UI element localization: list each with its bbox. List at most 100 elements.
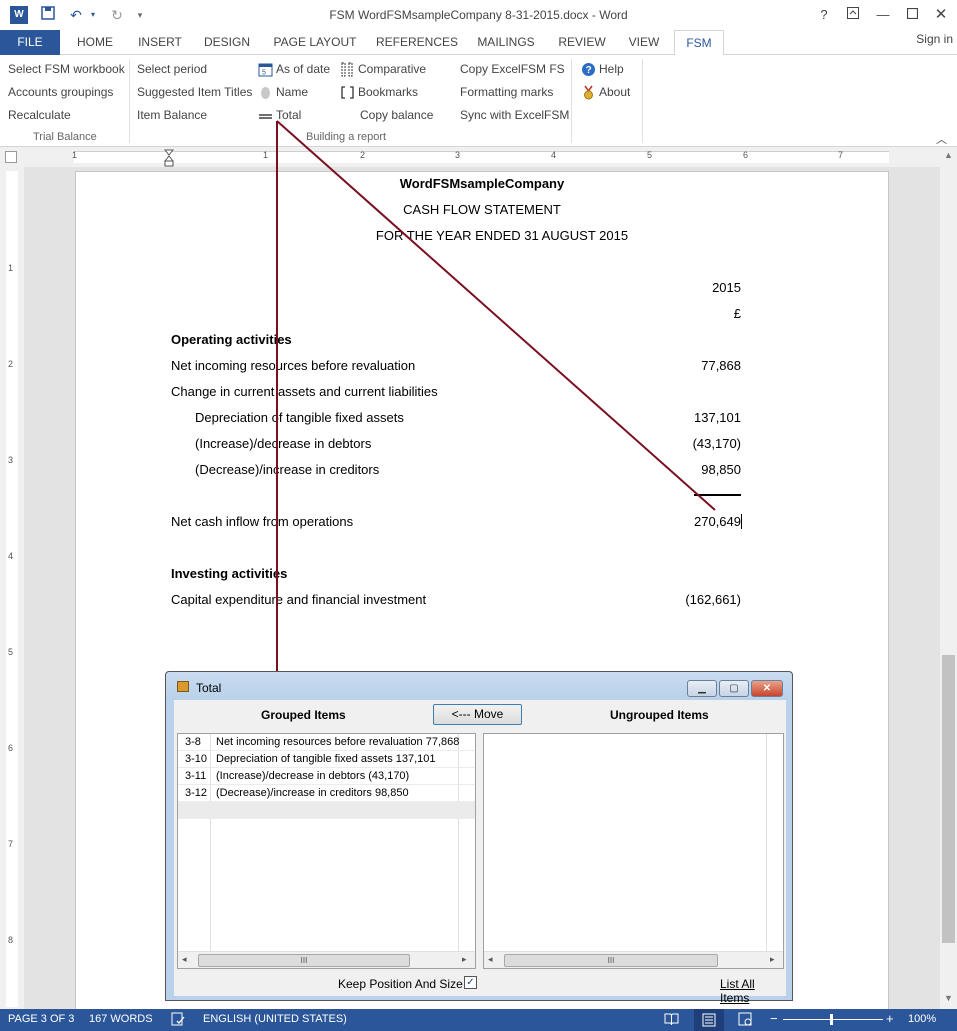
net-incoming-value[interactable]: 77,868 xyxy=(636,358,741,373)
word-count[interactable]: 167 WORDS xyxy=(89,1013,153,1025)
capex-value[interactable]: (162,661) xyxy=(636,592,741,607)
copy-excelfsm-fs-button[interactable]: Copy ExcelFSM FS xyxy=(460,60,565,78)
tab-view[interactable]: VIEW xyxy=(620,30,668,55)
tab-mailings[interactable]: MAILINGS xyxy=(470,30,542,55)
capex-label[interactable]: Capital expenditure and financial invest… xyxy=(171,592,426,607)
list-all-items-link[interactable]: List All Items xyxy=(720,977,786,1005)
tab-page-layout[interactable]: PAGE LAYOUT xyxy=(268,30,362,55)
new-row-placeholder[interactable] xyxy=(178,802,475,819)
as-of-date-button[interactable]: 5 As of date xyxy=(257,60,330,78)
statement-period[interactable]: FOR THE YEAR ENDED 31 AUGUST 2015 xyxy=(76,228,928,243)
tab-file[interactable]: FILE xyxy=(0,30,60,55)
print-layout-icon[interactable] xyxy=(694,1009,724,1031)
scroll-down-icon[interactable]: ▼ xyxy=(940,990,957,1006)
collapse-ribbon-icon[interactable]: ︿ xyxy=(936,131,947,147)
scroll-left-icon[interactable]: ◂ xyxy=(488,954,493,965)
about-button[interactable]: About xyxy=(580,83,630,101)
creditors-value[interactable]: 98,850 xyxy=(636,462,741,477)
minimize-icon[interactable]: — xyxy=(872,4,894,26)
maximize-icon[interactable] xyxy=(901,4,923,26)
net-cash-value[interactable]: 270,649 xyxy=(636,514,741,529)
dialog-close-icon[interactable]: ✕ xyxy=(751,680,783,697)
comparative-button[interactable]: Comparative xyxy=(339,60,426,78)
read-mode-icon[interactable] xyxy=(664,1012,679,1029)
formatting-marks-button[interactable]: Formatting marks xyxy=(460,83,553,101)
grouped-items-grid[interactable]: 3-8 Net incoming resources before revalu… xyxy=(177,733,476,969)
net-cash-label[interactable]: Net cash inflow from operations xyxy=(171,514,353,529)
scroll-up-icon[interactable]: ▲ xyxy=(940,147,957,163)
tab-references[interactable]: REFERENCES xyxy=(372,30,462,55)
currency-column-header[interactable]: £ xyxy=(636,306,741,321)
help-button[interactable]: ? xyxy=(813,4,835,26)
zoom-level[interactable]: 100% xyxy=(908,1013,936,1025)
zoom-slider-track[interactable] xyxy=(783,1019,883,1020)
zoom-out-button[interactable]: − xyxy=(770,1011,778,1026)
horizontal-ruler[interactable]: 1 1 2 3 4 5 6 7 xyxy=(0,147,957,167)
tab-fsm[interactable]: FSM xyxy=(674,30,724,56)
tab-home[interactable]: HOME xyxy=(66,30,124,55)
bookmarks-button[interactable]: Bookmarks xyxy=(339,83,418,101)
company-name[interactable]: WordFSMsampleCompany xyxy=(76,176,888,191)
zoom-in-button[interactable]: + xyxy=(886,1011,894,1026)
web-layout-icon[interactable] xyxy=(738,1012,753,1029)
investing-activities-heading[interactable]: Investing activities xyxy=(171,566,287,581)
depreciation-label[interactable]: Depreciation of tangible fixed assets xyxy=(195,410,404,425)
svg-text:5: 5 xyxy=(262,69,266,76)
sign-in-link[interactable]: Sign in xyxy=(916,32,953,46)
select-fsm-workbook-button[interactable]: Select FSM workbook xyxy=(8,60,125,78)
change-label[interactable]: Change in current assets and current lia… xyxy=(171,384,438,399)
page-count[interactable]: PAGE 3 OF 3 xyxy=(8,1013,74,1025)
grouped-row[interactable]: 3-12 (Decrease)/increase in creditors 98… xyxy=(178,785,475,802)
net-incoming-label[interactable]: Net incoming resources before revaluatio… xyxy=(171,358,415,373)
tab-review[interactable]: REVIEW xyxy=(552,30,612,55)
item-balance-button[interactable]: Item Balance xyxy=(137,106,207,124)
suggested-item-titles-button[interactable]: Suggested Item Titles xyxy=(137,83,252,101)
creditors-label[interactable]: (Decrease)/increase in creditors xyxy=(195,462,379,477)
sync-with-excelfsm-button[interactable]: Sync with ExcelFSM xyxy=(460,106,569,124)
grouped-horizontal-scrollbar[interactable]: ◂ III ▸ xyxy=(178,951,475,968)
zoom-slider-thumb[interactable] xyxy=(830,1014,833,1025)
grouped-row[interactable]: 3-10 Depreciation of tangible fixed asse… xyxy=(178,751,475,768)
help-ribbon-button[interactable]: ? Help xyxy=(580,60,624,78)
year-column-header[interactable]: 2015 xyxy=(636,280,741,295)
keep-position-checkbox[interactable]: ✓ xyxy=(464,976,477,989)
scroll-right-icon[interactable]: ▸ xyxy=(462,954,467,965)
total-button[interactable]: Total xyxy=(257,106,301,124)
scrollbar-thumb[interactable]: III xyxy=(198,954,410,967)
move-button[interactable]: <--- Move xyxy=(433,704,522,725)
language-indicator[interactable]: ENGLISH (UNITED STATES) xyxy=(203,1013,347,1025)
grouped-row[interactable]: 3-8 Net incoming resources before revalu… xyxy=(178,734,475,751)
indent-marker-icon[interactable] xyxy=(163,149,175,167)
vertical-scrollbar[interactable]: ▲ ▼ xyxy=(940,147,957,1009)
scrollbar-thumb[interactable]: III xyxy=(504,954,718,967)
debtors-value[interactable]: (43,170) xyxy=(636,436,741,451)
dialog-title-bar[interactable]: Total ▁ ▢ ✕ xyxy=(166,672,792,700)
tab-design[interactable]: DESIGN xyxy=(196,30,258,55)
operating-activities-heading[interactable]: Operating activities xyxy=(171,332,292,347)
calendar-icon: 5 xyxy=(257,62,273,78)
ungrouped-items-grid[interactable]: ◂ III ▸ xyxy=(483,733,784,969)
scroll-left-icon[interactable]: ◂ xyxy=(182,954,187,965)
debtors-label[interactable]: (Increase)/decrease in debtors xyxy=(195,436,371,451)
ungrouped-horizontal-scrollbar[interactable]: ◂ III ▸ xyxy=(484,951,783,968)
scroll-right-icon[interactable]: ▸ xyxy=(770,954,775,965)
depreciation-value[interactable]: 137,101 xyxy=(636,410,741,425)
close-icon[interactable]: ✕ xyxy=(930,4,952,26)
grouped-row[interactable]: 3-11 (Increase)/decrease in debtors (43,… xyxy=(178,768,475,785)
total-dialog[interactable]: Total ▁ ▢ ✕ Grouped Items <--- Move Ungr… xyxy=(165,671,793,1005)
recalculate-button[interactable]: Recalculate xyxy=(8,106,71,124)
scrollbar-thumb[interactable] xyxy=(942,655,955,943)
tab-selector-icon[interactable] xyxy=(5,151,17,163)
tab-insert[interactable]: INSERT xyxy=(130,30,190,55)
accounts-groupings-button[interactable]: Accounts groupings xyxy=(8,83,113,101)
ribbon-display-options-icon[interactable] xyxy=(842,4,864,26)
dialog-maximize-icon[interactable]: ▢ xyxy=(719,680,749,697)
proofing-icon[interactable] xyxy=(171,1012,185,1029)
copy-balance-button[interactable]: Copy balance xyxy=(360,106,433,124)
select-period-button[interactable]: Select period xyxy=(137,60,207,78)
statement-title[interactable]: CASH FLOW STATEMENT xyxy=(76,202,888,217)
name-button[interactable]: Name xyxy=(257,83,308,101)
keep-position-label: Keep Position And Size xyxy=(338,977,463,991)
dialog-minimize-icon[interactable]: ▁ xyxy=(687,680,717,697)
ruler-number: 1 xyxy=(72,150,78,160)
